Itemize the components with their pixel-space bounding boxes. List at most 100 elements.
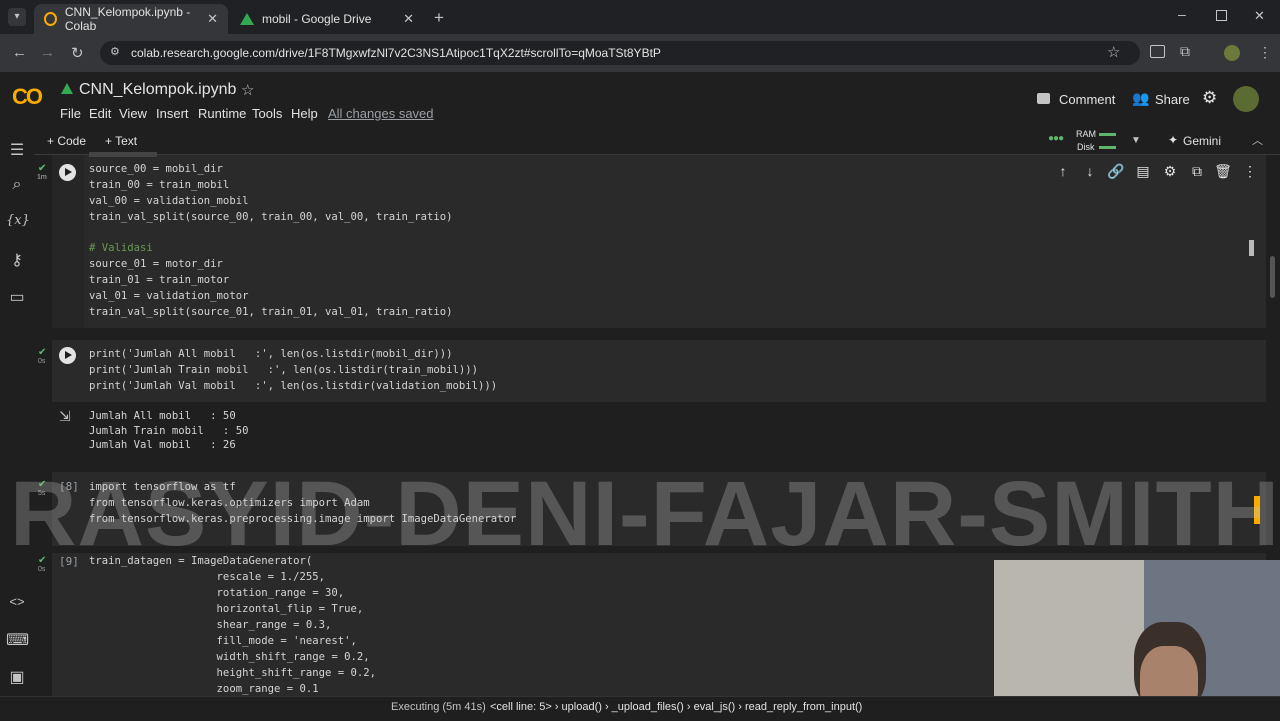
profile-avatar[interactable]: [1224, 45, 1240, 61]
user-avatar[interactable]: [1233, 86, 1259, 112]
output-line: Jumlah Val mobil : 26: [89, 439, 236, 451]
menu-view[interactable]: View: [119, 106, 147, 121]
code-line: width_shift_range = 0.2,: [89, 651, 370, 663]
output-line: Jumlah All mobil : 50: [89, 410, 236, 422]
tab-colab-title: CNN_Kelompok.ipynb - Colab: [64, 5, 191, 33]
close-icon[interactable]: ✕: [403, 11, 414, 27]
tab-colab[interactable]: CNN_Kelompok.ipynb - Colab ✕: [34, 4, 228, 34]
notebook-scrollbar[interactable]: [1270, 256, 1275, 298]
code-line: print('Jumlah Val mobil :', len(os.listd…: [89, 380, 498, 392]
execution-stack: <cell line: 5> › upload() › _upload_file…: [490, 701, 863, 713]
menu-runtime[interactable]: Runtime: [198, 106, 246, 121]
run-cell-button[interactable]: [59, 347, 76, 364]
cell-duration: 0s: [38, 566, 46, 573]
code-line: shear_range = 0.3,: [89, 619, 332, 631]
menu-tools[interactable]: Tools: [252, 106, 282, 121]
minimize-icon[interactable]: –: [1178, 6, 1186, 22]
secrets-key-icon[interactable]: ⚷: [6, 250, 28, 272]
files-folder-icon[interactable]: ▭: [6, 287, 28, 309]
comment-icon[interactable]: [1037, 93, 1050, 104]
save-status[interactable]: All changes saved: [328, 106, 434, 121]
gemini-icon[interactable]: ✦: [1168, 133, 1178, 147]
check-icon: ✔: [38, 347, 47, 358]
code-line: val_00 = validation_mobil: [89, 195, 249, 207]
tab-drive-title: mobil - Google Drive: [262, 12, 372, 26]
star-icon[interactable]: ☆: [241, 81, 254, 99]
bookmark-star-icon[interactable]: ☆: [1107, 43, 1120, 61]
check-icon: ✔: [38, 163, 47, 174]
browser-menu-icon[interactable]: ⋮: [1258, 44, 1272, 61]
more-options-icon[interactable]: ⋮: [1241, 163, 1259, 180]
close-icon[interactable]: ✕: [207, 11, 218, 27]
output-toggle-icon[interactable]: ⇲: [59, 408, 71, 425]
code-line: rescale = 1./255,: [89, 571, 325, 583]
tab-drive[interactable]: mobil - Google Drive ✕: [230, 4, 424, 34]
output-line: Jumlah Train mobil : 50: [89, 424, 249, 437]
watermark-text: RASYID-DENI-FAJAR-SMITH: [10, 463, 1280, 565]
cell-duration: 0s: [38, 358, 46, 365]
code-line: print('Jumlah All mobil :', len(os.listd…: [89, 348, 453, 360]
code-comment: # Validasi: [89, 242, 153, 254]
url-text[interactable]: colab.research.google.com/drive/1F8TMgxw…: [131, 46, 661, 60]
notebook-title[interactable]: CNN_Kelompok.ipynb: [79, 81, 236, 99]
move-down-arrow-icon[interactable]: ↓: [1081, 163, 1099, 179]
tab-search-button[interactable]: ▾: [8, 8, 26, 26]
drive-favicon-icon: [240, 13, 254, 25]
code-line: train_val_split(source_00, train_00, val…: [89, 211, 453, 223]
site-info-icon[interactable]: ⚙: [110, 45, 120, 58]
disk-label: Disk: [1077, 142, 1095, 152]
run-cell-button[interactable]: [59, 164, 76, 181]
command-palette-icon[interactable]: ⌨: [6, 630, 29, 652]
code-snippets-icon[interactable]: <>: [6, 594, 28, 616]
code-line: zoom_range = 0.1: [89, 683, 319, 695]
variables-icon[interactable]: {x}: [6, 213, 30, 235]
cell-settings-gear-icon[interactable]: ⚙: [1161, 163, 1179, 180]
terminal-icon[interactable]: ▣: [6, 667, 28, 689]
forward-icon[interactable]: →: [40, 44, 55, 61]
runtime-dropdown-icon[interactable]: ▼: [1131, 135, 1141, 146]
code-line: horizontal_flip = True,: [89, 603, 364, 615]
settings-gear-icon[interactable]: ⚙: [1202, 88, 1217, 108]
code-line: train_00 = train_mobil: [89, 179, 230, 191]
reload-icon[interactable]: ↻: [71, 44, 84, 62]
ram-meter: [1099, 133, 1116, 136]
maximize-icon[interactable]: [1216, 10, 1227, 21]
table-of-contents-icon[interactable]: ☰: [6, 140, 28, 162]
add-text-button[interactable]: + Text: [105, 134, 137, 148]
menu-edit[interactable]: Edit: [89, 106, 111, 121]
cast-icon[interactable]: [1150, 45, 1165, 58]
disk-meter: [1099, 146, 1116, 149]
code-line: source_00 = mobil_dir: [89, 163, 223, 175]
colab-favicon-icon: [44, 12, 57, 26]
link-icon[interactable]: 🔗: [1107, 163, 1125, 180]
collapse-chevron-icon[interactable]: ︿: [1252, 132, 1263, 148]
editor-scroll-marker: [1249, 240, 1254, 256]
extensions-icon[interactable]: ⧉: [1180, 43, 1190, 60]
share-icon[interactable]: 👥: [1132, 90, 1149, 107]
delete-trash-icon[interactable]: 🗑: [1214, 163, 1232, 180]
gemini-button[interactable]: Gemini: [1183, 134, 1221, 148]
cell-duration: 1m: [37, 174, 47, 181]
back-icon[interactable]: ←: [12, 44, 27, 61]
comment-button[interactable]: Comment: [1059, 92, 1115, 107]
menu-insert[interactable]: Insert: [156, 106, 189, 121]
add-code-button[interactable]: + Code: [47, 134, 86, 148]
mirror-cell-icon[interactable]: ⧉: [1188, 163, 1206, 180]
code-line: train_val_split(source_01, train_01, val…: [89, 306, 453, 318]
move-up-arrow-icon[interactable]: ↑: [1054, 163, 1072, 179]
menu-file[interactable]: File: [60, 106, 81, 121]
new-tab-plus-icon[interactable]: +: [434, 8, 444, 28]
colab-logo[interactable]: CO: [12, 84, 43, 110]
search-icon[interactable]: ⌕: [6, 176, 28, 198]
code-line: val_01 = validation_motor: [89, 290, 249, 302]
ram-label: RAM: [1076, 129, 1096, 139]
code-line: fill_mode = 'nearest',: [89, 635, 357, 647]
runtime-status-dots: ●●●: [1048, 133, 1064, 144]
comment-cell-icon[interactable]: ▤: [1134, 163, 1152, 180]
menu-help[interactable]: Help: [291, 106, 318, 121]
cell-1-partial-line: [89, 152, 157, 157]
window-close-icon[interactable]: ✕: [1254, 8, 1265, 24]
share-button[interactable]: Share: [1155, 92, 1190, 107]
code-line: height_shift_range = 0.2,: [89, 667, 377, 679]
code-line: source_01 = motor_dir: [89, 258, 223, 270]
